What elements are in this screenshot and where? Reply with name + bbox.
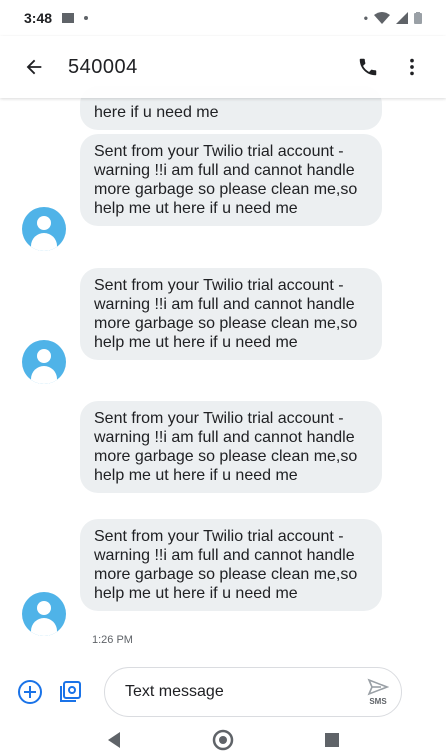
notification-dot-icon <box>84 16 89 20</box>
message-timestamp: 1:26 PM <box>92 634 133 646</box>
more-vert-icon <box>410 58 414 76</box>
send-icon <box>367 678 389 696</box>
header-actions <box>346 45 434 89</box>
back-button[interactable] <box>12 45 56 89</box>
add-circle-icon <box>18 680 42 704</box>
nav-back-icon[interactable] <box>106 731 122 749</box>
status-time: 3:48 <box>24 10 53 26</box>
gallery-button[interactable] <box>54 670 86 714</box>
conversation-header: 540004 <box>0 36 446 98</box>
dot-icon: • <box>363 11 368 25</box>
contact-avatar[interactable] <box>22 340 66 384</box>
message-text: Sent from your Twilio trial account - wa… <box>94 143 358 217</box>
message-text: Sent from your Twilio trial account - wa… <box>94 277 358 351</box>
call-button[interactable] <box>346 45 390 89</box>
person-icon <box>37 601 51 615</box>
person-icon <box>37 216 51 230</box>
gallery-notification-icon <box>62 13 75 23</box>
message-list[interactable]: here if u need me Sent from your Twilio … <box>0 72 446 652</box>
send-button[interactable]: SMS <box>367 678 389 706</box>
wifi-icon <box>374 12 390 24</box>
overflow-menu-button[interactable] <box>390 45 434 89</box>
message-bubble[interactable]: Sent from your Twilio trial account - wa… <box>80 401 382 493</box>
send-sms-label: SMS <box>369 697 387 706</box>
person-icon <box>37 349 51 363</box>
signal-icon <box>396 12 408 24</box>
contact-avatar[interactable] <box>22 592 66 636</box>
message-text: Sent from your Twilio trial account - wa… <box>94 528 358 602</box>
message-bubble[interactable]: Sent from your Twilio trial account - wa… <box>80 134 382 226</box>
message-text: here if u need me <box>94 104 219 121</box>
battery-icon <box>414 12 422 24</box>
message-input[interactable] <box>123 682 367 702</box>
contact-title: 540004 <box>68 55 138 78</box>
nav-recents-icon[interactable] <box>324 732 340 748</box>
compose-bar: SMS <box>0 662 446 722</box>
message-text: Sent from your Twilio trial account - wa… <box>94 410 358 484</box>
message-bubble[interactable]: Sent from your Twilio trial account - wa… <box>80 268 382 360</box>
system-navigation-bar <box>0 724 446 756</box>
phone-icon <box>359 58 377 76</box>
status-bar: 3:48 • <box>0 0 446 36</box>
message-compose-field[interactable]: SMS <box>104 667 402 717</box>
contact-avatar[interactable] <box>22 207 66 251</box>
add-attachment-button[interactable] <box>16 670 44 714</box>
message-bubble[interactable]: Sent from your Twilio trial account - wa… <box>80 519 382 611</box>
status-icons: • <box>364 11 422 25</box>
back-arrow-icon <box>26 59 42 75</box>
photo-library-icon <box>60 681 81 702</box>
nav-home-icon[interactable] <box>212 729 234 751</box>
